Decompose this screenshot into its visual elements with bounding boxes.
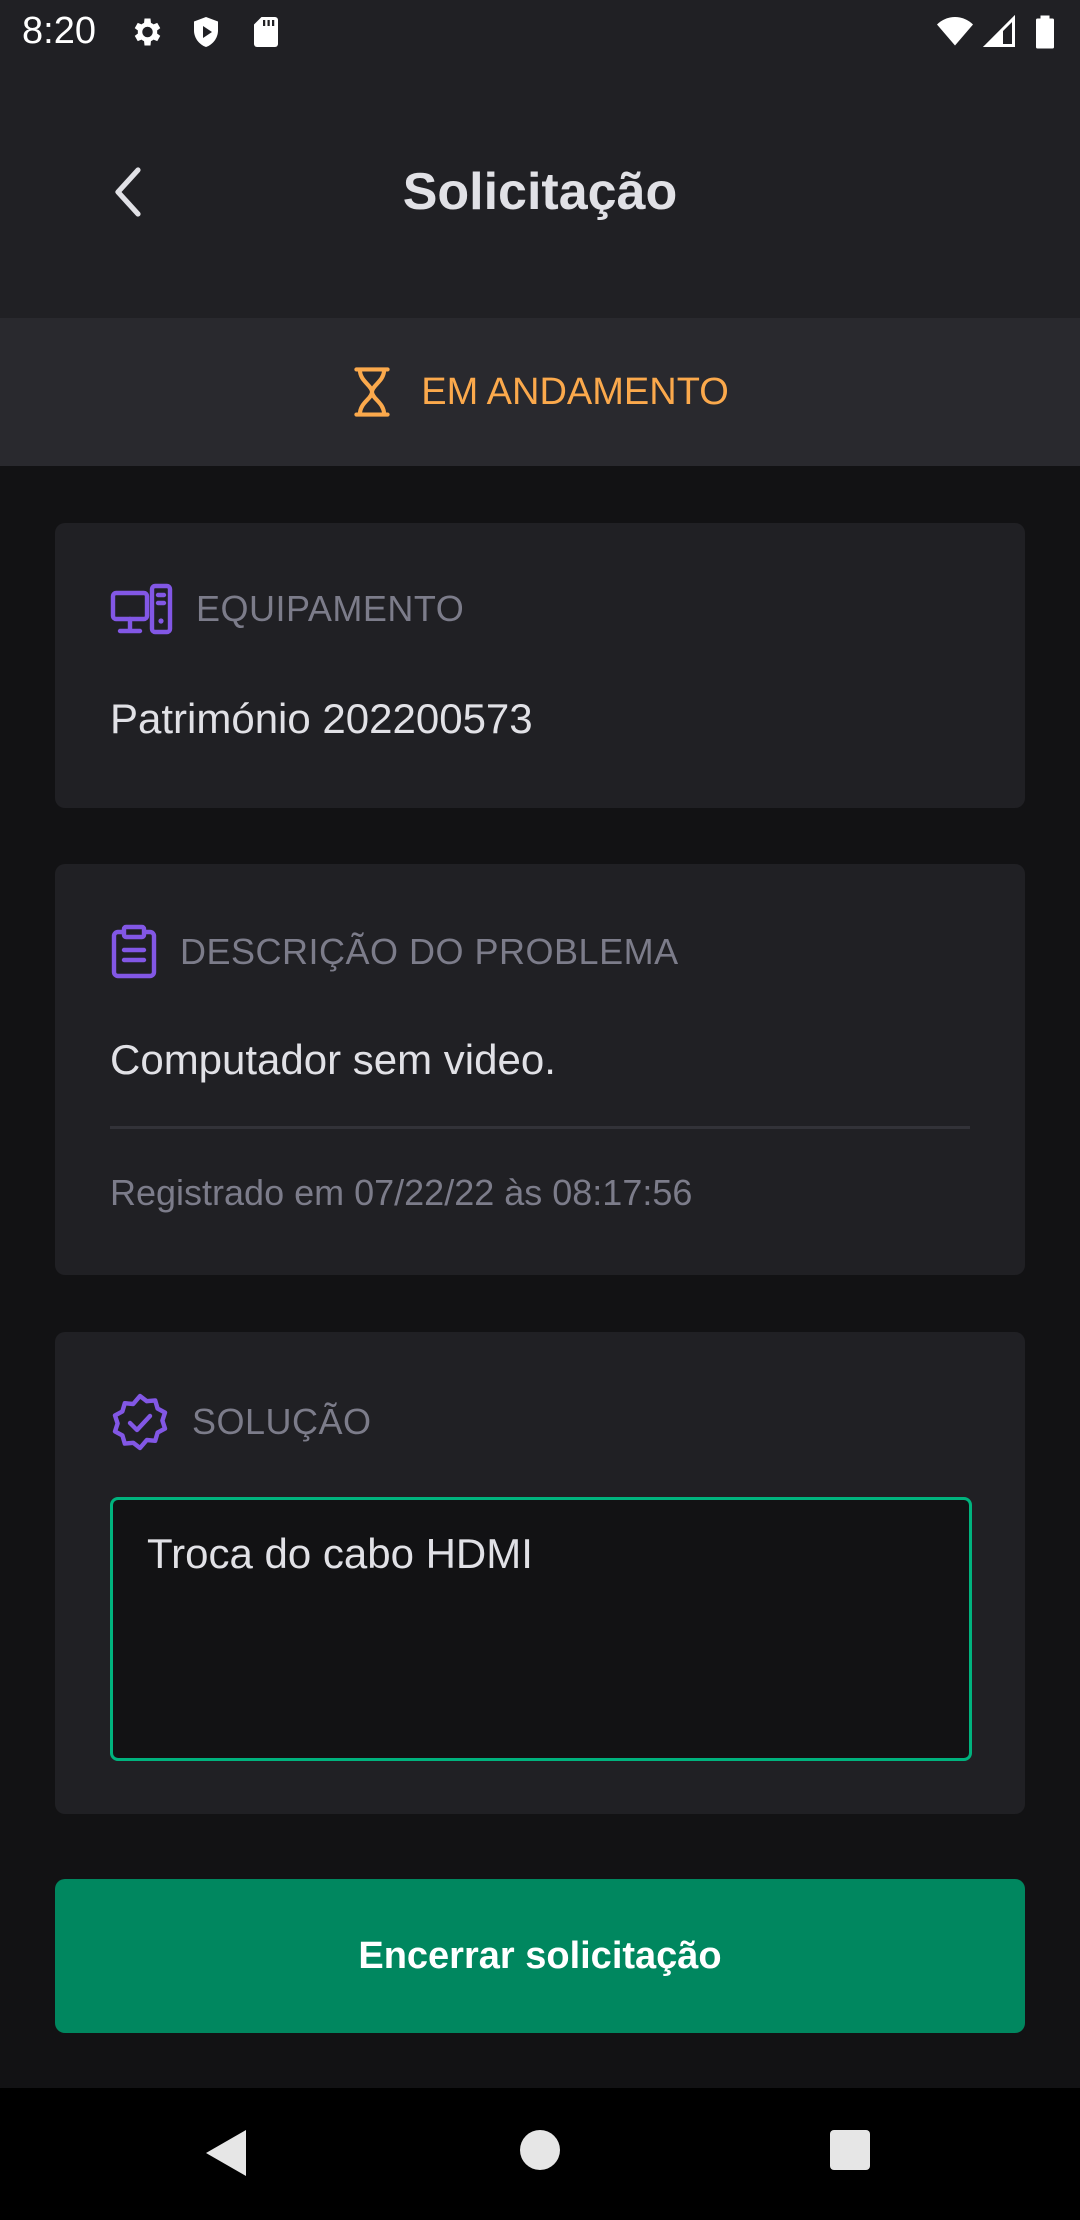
problem-card-header: DESCRIÇÃO DO PROBLEMA xyxy=(110,924,679,980)
equipment-card-header: EQUIPAMENTO xyxy=(110,583,464,635)
close-request-button[interactable]: Encerrar solicitação xyxy=(55,1879,1025,2033)
page-title: Solicitação xyxy=(402,163,678,221)
hourglass-icon xyxy=(354,367,390,417)
solution-input-text: Troca do cabo HDMI xyxy=(147,1530,533,1577)
sd-card-icon xyxy=(254,17,278,47)
registered-timestamp: Registrado em 07/22/22 às 08:17:56 xyxy=(110,1172,693,1213)
status-banner: EM ANDAMENTO xyxy=(0,318,1080,466)
solution-input[interactable]: Troca do cabo HDMI xyxy=(110,1497,972,1761)
equipment-value: Património 202200573 xyxy=(110,695,533,742)
solution-card: SOLUÇÃO Troca do cabo HDMI xyxy=(55,1332,1025,1814)
problem-value: Computador sem video. xyxy=(110,1036,556,1083)
nav-back-icon[interactable] xyxy=(204,2128,248,2178)
verified-badge-icon xyxy=(112,1393,168,1451)
equipment-label: EQUIPAMENTO xyxy=(196,588,465,629)
desktop-computer-icon xyxy=(110,583,173,635)
status-bar: 8:20 xyxy=(0,0,1080,64)
problem-label: DESCRIÇÃO DO PROBLEMA xyxy=(180,931,679,972)
battery-icon xyxy=(1036,15,1054,49)
gear-icon xyxy=(134,18,161,46)
wifi-icon xyxy=(937,17,973,46)
problem-card: DESCRIÇÃO DO PROBLEMA Computador sem vid… xyxy=(55,864,1025,1275)
signal-icon xyxy=(982,14,1015,47)
status-label: EM ANDAMENTO xyxy=(421,370,729,413)
navigation-bar xyxy=(0,2088,1080,2220)
clipboard-icon xyxy=(111,924,157,979)
app-header: Solicitação xyxy=(0,64,1080,318)
solution-card-header: SOLUÇÃO xyxy=(110,1392,372,1452)
shield-play-icon xyxy=(194,17,218,47)
equipment-card: EQUIPAMENTO Património 202200573 xyxy=(55,523,1025,808)
divider xyxy=(110,1126,970,1129)
status-time: 8:20 xyxy=(22,10,96,52)
nav-recents-icon[interactable] xyxy=(828,2128,872,2172)
solution-label: SOLUÇÃO xyxy=(192,1401,372,1442)
nav-home-icon[interactable] xyxy=(518,2128,562,2172)
